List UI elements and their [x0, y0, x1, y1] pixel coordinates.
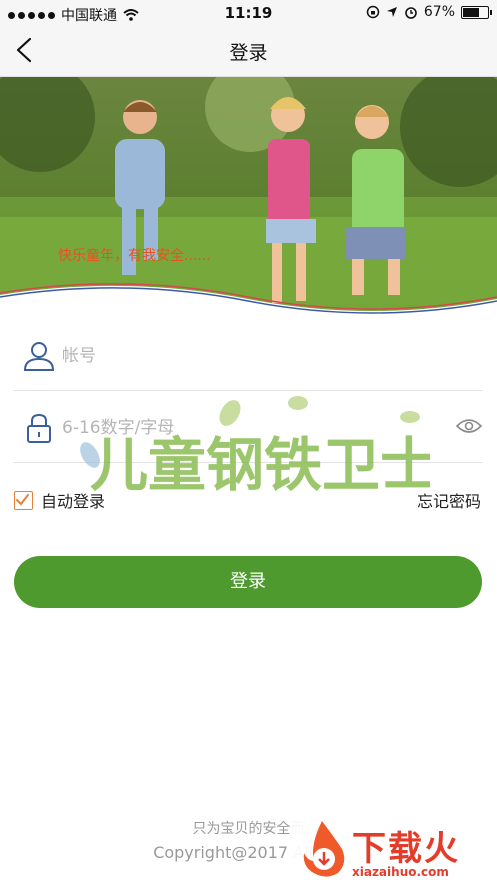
auto-login-label: 自动登录 — [41, 492, 106, 511]
auto-login-checkbox[interactable]: 自动登录 — [14, 488, 105, 512]
check-icon — [16, 493, 29, 506]
rotation-lock-icon — [366, 5, 380, 19]
status-right: 67% — [366, 4, 492, 20]
account-row — [14, 320, 482, 391]
lock-icon — [27, 413, 51, 443]
hero-banner: 快乐童年，有我安全...... — [0, 77, 497, 320]
battery-icon — [461, 5, 492, 19]
hero-slogan: 快乐童年，有我安全...... — [58, 248, 211, 264]
password-row — [14, 392, 482, 463]
battery-percent: 67% — [423, 4, 455, 20]
password-input[interactable] — [60, 412, 424, 444]
show-password-icon[interactable] — [456, 416, 482, 436]
nav-bar: 登录 — [0, 26, 497, 77]
checkbox-box — [14, 490, 33, 510]
badge-url: xiazaihuo.com — [352, 865, 449, 879]
badge-text: 下载火 — [352, 829, 460, 869]
status-bar: 中国联通 11:19 67% — [0, 0, 497, 26]
alarm-icon — [405, 7, 417, 19]
account-input[interactable] — [60, 340, 424, 372]
login-button[interactable]: 登录 — [14, 556, 482, 608]
site-badge: 下载火 xiazaihuo.com — [290, 815, 497, 883]
forgot-password-link[interactable]: 忘记密码 — [417, 488, 481, 512]
kids-running-photo — [0, 77, 497, 320]
flame-logo-icon — [303, 821, 345, 877]
location-icon — [386, 7, 397, 17]
user-icon — [23, 342, 55, 371]
page-title: 登录 — [229, 42, 268, 64]
